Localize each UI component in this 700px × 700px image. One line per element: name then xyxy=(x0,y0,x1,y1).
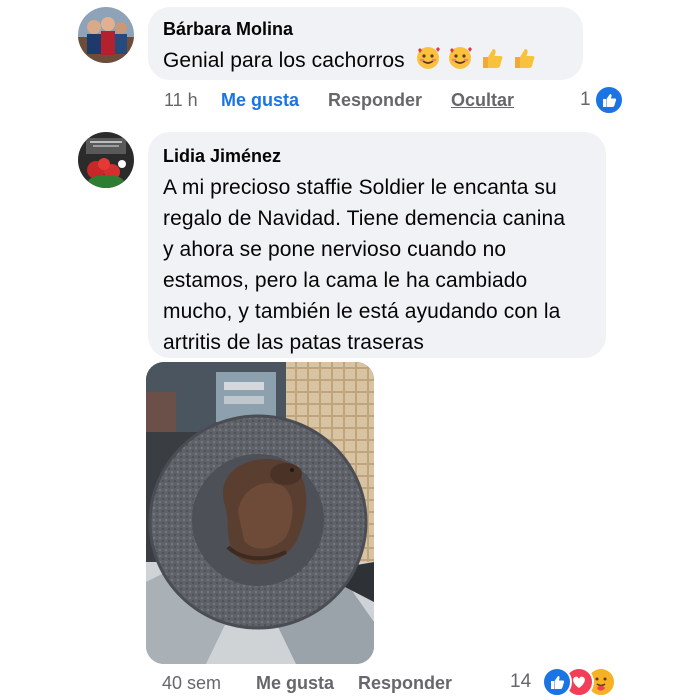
like-button[interactable]: Me gusta xyxy=(256,673,334,694)
like-button[interactable]: Me gusta xyxy=(221,90,299,111)
comment-text-content: Genial para los cachorros xyxy=(163,49,405,72)
comment-text-line: A mi precioso staffie Soldier le encanta… xyxy=(163,176,557,199)
comment-bubble: Lidia Jiménez A mi precioso staffie Sold… xyxy=(148,132,606,358)
reaction-count[interactable]: 14 xyxy=(510,671,531,693)
comment-author[interactable]: Bárbara Molina xyxy=(163,19,293,40)
emoji-smiling-face-with-hearts-icon xyxy=(447,45,473,80)
comment-bubble: Bárbara Molina Genial para los cachorros xyxy=(148,7,583,80)
comment-text-line: y ahora se pone nervioso cuando no xyxy=(163,238,507,261)
comment-author[interactable]: Lidia Jiménez xyxy=(163,146,281,167)
hide-button[interactable]: Ocultar xyxy=(451,90,514,111)
comment-time[interactable]: 11 h xyxy=(164,90,198,111)
emoji-thumbs-up-icon xyxy=(511,45,537,80)
like-reaction-icon[interactable] xyxy=(594,85,624,115)
emoji-smiling-face-with-hearts-icon xyxy=(415,45,441,80)
comment-text-line: mucho, y también le está ayudando con la xyxy=(163,300,561,323)
avatar-barbara-molina[interactable] xyxy=(78,7,134,63)
comment-text: Genial para los cachorros xyxy=(163,45,537,80)
reply-button[interactable]: Responder xyxy=(328,90,422,111)
comment-text-line: regalo de Navidad. Tiene demencia canina xyxy=(163,207,566,230)
comment-text: A mi precioso staffie Soldier le encanta… xyxy=(163,172,565,358)
comment-time[interactable]: 40 sem xyxy=(162,673,221,694)
like-reaction-icon[interactable] xyxy=(542,667,572,697)
emoji-thumbs-up-icon xyxy=(479,45,505,80)
reaction-count[interactable]: 1 xyxy=(580,89,591,111)
comment-text-line: artritis de las patas traseras xyxy=(163,331,424,354)
avatar-lidia-jimenez[interactable] xyxy=(78,132,134,188)
comment-text-line: estamos, pero la cama le ha cambiado xyxy=(163,269,528,292)
reply-button[interactable]: Responder xyxy=(358,673,452,694)
comment-attached-photo[interactable] xyxy=(146,362,374,664)
